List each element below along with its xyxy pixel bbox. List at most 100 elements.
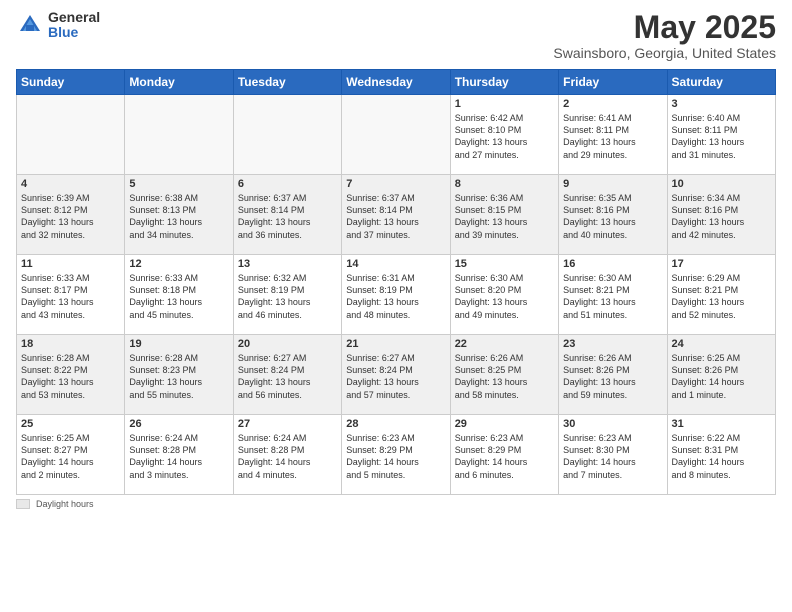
day-number: 30	[563, 418, 662, 430]
calendar-week-row: 1 Sunrise: 6:42 AM Sunset: 8:10 PM Daylig…	[17, 95, 776, 175]
day-info: Sunrise: 6:41 AM Sunset: 8:11 PM Dayligh…	[563, 112, 662, 161]
day-info: Sunrise: 6:37 AM Sunset: 8:14 PM Dayligh…	[238, 192, 337, 241]
day-number: 4	[21, 178, 120, 190]
logo-text: General Blue	[48, 10, 100, 41]
logo-icon	[16, 11, 44, 39]
day-info: Sunrise: 6:28 AM Sunset: 8:23 PM Dayligh…	[129, 352, 228, 401]
calendar-cell: 26 Sunrise: 6:24 AM Sunset: 8:28 PM Dayli…	[125, 415, 233, 495]
day-info: Sunrise: 6:23 AM Sunset: 8:30 PM Dayligh…	[563, 432, 662, 481]
day-number: 16	[563, 258, 662, 270]
day-info: Sunrise: 6:22 AM Sunset: 8:31 PM Dayligh…	[672, 432, 771, 481]
day-info: Sunrise: 6:30 AM Sunset: 8:20 PM Dayligh…	[455, 272, 554, 321]
calendar-cell: 4Sunrise: 6:39 AM Sunset: 8:12 PM Daylig…	[17, 175, 125, 255]
calendar-cell: 5Sunrise: 6:38 AM Sunset: 8:13 PM Daylig…	[125, 175, 233, 255]
day-number: 11	[21, 258, 120, 270]
day-number: 24	[672, 338, 771, 350]
calendar-cell: 11 Sunrise: 6:33 AM Sunset: 8:17 PM Dayli…	[17, 255, 125, 335]
calendar-table: SundayMondayTuesdayWednesdayThursdayFrid…	[16, 69, 776, 495]
day-info: Sunrise: 6:23 AM Sunset: 8:29 PM Dayligh…	[346, 432, 445, 481]
day-number: 21	[346, 338, 445, 350]
calendar-cell: 14 Sunrise: 6:31 AM Sunset: 8:19 PM Dayli…	[342, 255, 450, 335]
logo: General Blue	[16, 10, 100, 41]
calendar-week-row: 25 Sunrise: 6:25 AM Sunset: 8:27 PM Dayli…	[17, 415, 776, 495]
calendar-cell: 21Sunrise: 6:27 AM Sunset: 8:24 PM Dayli…	[342, 335, 450, 415]
calendar-cell: 6Sunrise: 6:37 AM Sunset: 8:14 PM Daylig…	[233, 175, 341, 255]
day-number: 14	[346, 258, 445, 270]
day-info: Sunrise: 6:31 AM Sunset: 8:19 PM Dayligh…	[346, 272, 445, 321]
logo-blue-text: Blue	[48, 25, 100, 40]
day-info: Sunrise: 6:32 AM Sunset: 8:19 PM Dayligh…	[238, 272, 337, 321]
day-info: Sunrise: 6:24 AM Sunset: 8:28 PM Dayligh…	[238, 432, 337, 481]
day-number: 18	[21, 338, 120, 350]
day-info: Sunrise: 6:40 AM Sunset: 8:11 PM Dayligh…	[672, 112, 771, 161]
logo-general-text: General	[48, 10, 100, 25]
calendar-cell: 30 Sunrise: 6:23 AM Sunset: 8:30 PM Dayli…	[559, 415, 667, 495]
daylight-box-icon	[16, 499, 30, 509]
calendar-cell	[17, 95, 125, 175]
daylight-label: Daylight hours	[36, 499, 94, 509]
calendar-cell: 13 Sunrise: 6:32 AM Sunset: 8:19 PM Dayli…	[233, 255, 341, 335]
day-number: 2	[563, 98, 662, 110]
calendar-week-row: 4Sunrise: 6:39 AM Sunset: 8:12 PM Daylig…	[17, 175, 776, 255]
calendar-cell: 20Sunrise: 6:27 AM Sunset: 8:24 PM Dayli…	[233, 335, 341, 415]
calendar-cell: 23 Sunrise: 6:26 AM Sunset: 8:26 PM Dayli…	[559, 335, 667, 415]
day-info: Sunrise: 6:25 AM Sunset: 8:27 PM Dayligh…	[21, 432, 120, 481]
header: General Blue May 2025 Swainsboro, Georgi…	[16, 10, 776, 61]
day-info: Sunrise: 6:26 AM Sunset: 8:26 PM Dayligh…	[563, 352, 662, 401]
day-info: Sunrise: 6:25 AM Sunset: 8:26 PM Dayligh…	[672, 352, 771, 401]
calendar-cell: 12Sunrise: 6:33 AM Sunset: 8:18 PM Dayli…	[125, 255, 233, 335]
day-info: Sunrise: 6:34 AM Sunset: 8:16 PM Dayligh…	[672, 192, 771, 241]
day-info: Sunrise: 6:33 AM Sunset: 8:18 PM Dayligh…	[129, 272, 228, 321]
day-number: 26	[129, 418, 228, 430]
day-number: 15	[455, 258, 554, 270]
day-number: 13	[238, 258, 337, 270]
calendar-day-header: Monday	[125, 70, 233, 95]
calendar-cell: 1 Sunrise: 6:42 AM Sunset: 8:10 PM Daylig…	[450, 95, 558, 175]
calendar-cell: 3Sunrise: 6:40 AM Sunset: 8:11 PM Daylig…	[667, 95, 775, 175]
day-info: Sunrise: 6:30 AM Sunset: 8:21 PM Dayligh…	[563, 272, 662, 321]
day-info: Sunrise: 6:37 AM Sunset: 8:14 PM Dayligh…	[346, 192, 445, 241]
day-number: 22	[455, 338, 554, 350]
calendar-cell: 31 Sunrise: 6:22 AM Sunset: 8:31 PM Dayli…	[667, 415, 775, 495]
calendar-cell: 10 Sunrise: 6:34 AM Sunset: 8:16 PM Dayli…	[667, 175, 775, 255]
day-number: 25	[21, 418, 120, 430]
calendar-day-header: Wednesday	[342, 70, 450, 95]
page: General Blue May 2025 Swainsboro, Georgi…	[0, 0, 792, 612]
calendar-cell: 18 Sunrise: 6:28 AM Sunset: 8:22 PM Dayli…	[17, 335, 125, 415]
calendar-cell: 8Sunrise: 6:36 AM Sunset: 8:15 PM Daylig…	[450, 175, 558, 255]
calendar-cell: 7 Sunrise: 6:37 AM Sunset: 8:14 PM Daylig…	[342, 175, 450, 255]
calendar-cell: 19Sunrise: 6:28 AM Sunset: 8:23 PM Dayli…	[125, 335, 233, 415]
calendar-cell	[342, 95, 450, 175]
calendar-cell: 25 Sunrise: 6:25 AM Sunset: 8:27 PM Dayli…	[17, 415, 125, 495]
day-info: Sunrise: 6:36 AM Sunset: 8:15 PM Dayligh…	[455, 192, 554, 241]
day-number: 1	[455, 98, 554, 110]
day-number: 31	[672, 418, 771, 430]
day-number: 23	[563, 338, 662, 350]
calendar-cell: 9Sunrise: 6:35 AM Sunset: 8:16 PM Daylig…	[559, 175, 667, 255]
day-number: 27	[238, 418, 337, 430]
day-info: Sunrise: 6:42 AM Sunset: 8:10 PM Dayligh…	[455, 112, 554, 161]
day-number: 10	[672, 178, 771, 190]
calendar-cell: 16 Sunrise: 6:30 AM Sunset: 8:21 PM Dayli…	[559, 255, 667, 335]
day-info: Sunrise: 6:26 AM Sunset: 8:25 PM Dayligh…	[455, 352, 554, 401]
calendar-header-row: SundayMondayTuesdayWednesdayThursdayFrid…	[17, 70, 776, 95]
calendar-cell: 15 Sunrise: 6:30 AM Sunset: 8:20 PM Dayli…	[450, 255, 558, 335]
footer-note: Daylight hours	[16, 499, 776, 509]
day-info: Sunrise: 6:29 AM Sunset: 8:21 PM Dayligh…	[672, 272, 771, 321]
day-info: Sunrise: 6:28 AM Sunset: 8:22 PM Dayligh…	[21, 352, 120, 401]
day-info: Sunrise: 6:33 AM Sunset: 8:17 PM Dayligh…	[21, 272, 120, 321]
calendar-day-header: Sunday	[17, 70, 125, 95]
main-title: May 2025	[553, 10, 776, 45]
calendar-cell: 22 Sunrise: 6:26 AM Sunset: 8:25 PM Dayli…	[450, 335, 558, 415]
calendar-cell: 2 Sunrise: 6:41 AM Sunset: 8:11 PM Daylig…	[559, 95, 667, 175]
title-block: May 2025 Swainsboro, Georgia, United Sta…	[553, 10, 776, 61]
day-info: Sunrise: 6:35 AM Sunset: 8:16 PM Dayligh…	[563, 192, 662, 241]
day-number: 29	[455, 418, 554, 430]
calendar-cell: 28Sunrise: 6:23 AM Sunset: 8:29 PM Dayli…	[342, 415, 450, 495]
calendar-week-row: 11 Sunrise: 6:33 AM Sunset: 8:17 PM Dayli…	[17, 255, 776, 335]
day-info: Sunrise: 6:24 AM Sunset: 8:28 PM Dayligh…	[129, 432, 228, 481]
calendar-day-header: Thursday	[450, 70, 558, 95]
day-number: 7	[346, 178, 445, 190]
calendar-day-header: Tuesday	[233, 70, 341, 95]
day-info: Sunrise: 6:27 AM Sunset: 8:24 PM Dayligh…	[238, 352, 337, 401]
